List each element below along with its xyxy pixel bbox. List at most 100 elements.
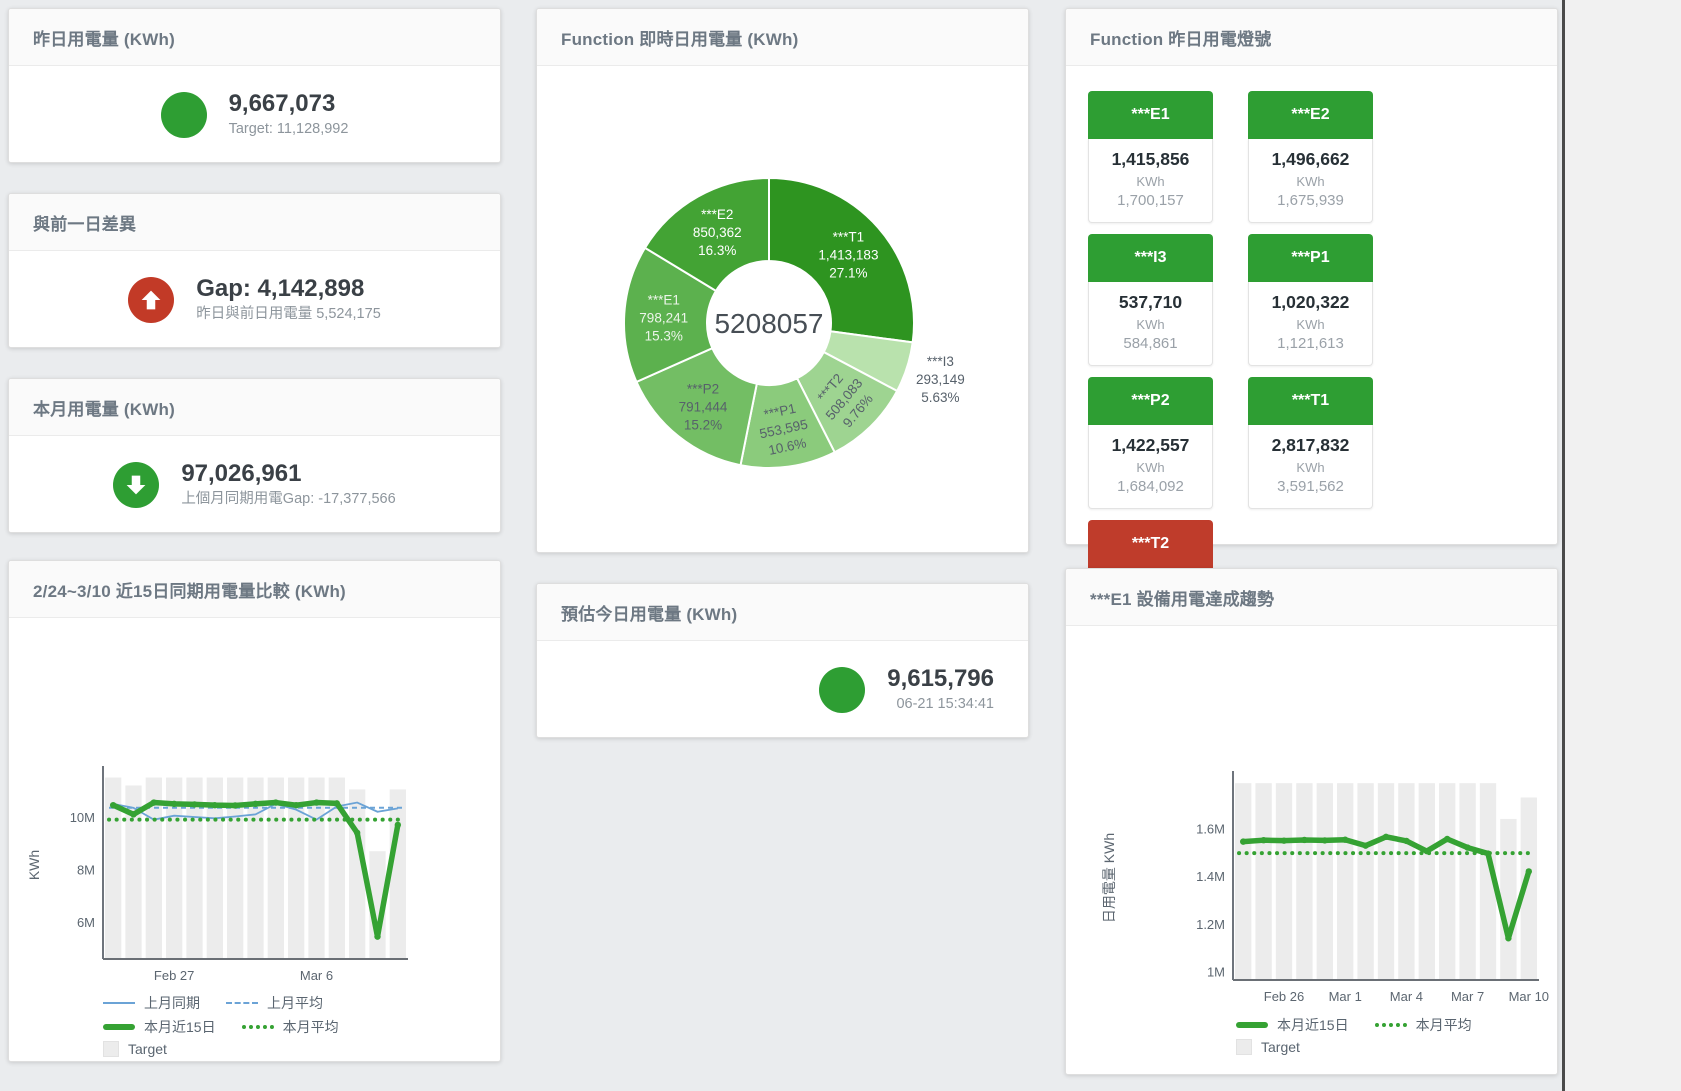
target-bar <box>1398 783 1414 980</box>
scrollbar-divider[interactable] <box>1562 0 1565 1091</box>
data-point <box>1260 837 1266 843</box>
target-bar <box>1296 783 1312 980</box>
x-tick-label: Feb 27 <box>154 968 194 983</box>
stat-subtitle: 上個月同期用電Gap: -17,377,566 <box>181 490 395 509</box>
panel-status-lights: Function 昨日用電燈號 ***E1 1,415,856 KWh 1,700,1… <box>1065 8 1558 545</box>
tile-target-value: 1,700,157 <box>1091 192 1210 209</box>
tile-target-value: 1,121,613 <box>1251 335 1370 352</box>
panel-header[interactable]: 本月用電量 (KWh) <box>9 379 500 436</box>
dashboard: 昨日用電量 (KWh) 9,667,073 Target: 11,128,992… <box>0 0 1681 1091</box>
status-tile[interactable]: ***E21,496,662KWh1,675,939 <box>1248 91 1373 223</box>
tile-body: 1,422,557KWh1,684,092 <box>1088 425 1213 509</box>
tile-name: ***T1 <box>1248 377 1373 425</box>
tile-name: ***I3 <box>1088 234 1213 282</box>
legend-label: Target <box>1261 1039 1300 1055</box>
target-bar <box>1459 783 1475 980</box>
status-tile[interactable]: ***P11,020,322KWh1,121,613 <box>1248 234 1373 366</box>
tile-target-value: 1,684,092 <box>1091 478 1210 495</box>
panel-header[interactable]: 昨日用電量 (KWh) <box>9 9 500 66</box>
tile-value: 1,422,557 <box>1091 435 1210 456</box>
panel-header[interactable]: Function 昨日用電燈號 <box>1066 9 1557 66</box>
status-tile[interactable]: ***P21,422,557KWh1,684,092 <box>1088 377 1213 509</box>
legend-item[interactable]: 上月平均 <box>226 993 323 1013</box>
target-swatch-icon <box>1236 1039 1252 1055</box>
legend-label: 本月近15日 <box>1277 1015 1349 1035</box>
panel-month-usage: 本月用電量 (KWh) 97,026,961 上個月同期用電Gap: -17,3… <box>8 378 501 533</box>
legend-label: 上月同期 <box>144 993 200 1013</box>
legend-label: 本月近15日 <box>144 1017 216 1037</box>
x-tick-label: Mar 6 <box>300 968 333 983</box>
panel-header[interactable]: ***E1 設備用電達成趨勢 <box>1066 569 1557 626</box>
target-bar <box>1255 783 1271 980</box>
legend-item[interactable]: 本月平均 <box>242 1017 339 1037</box>
tile-value: 1,020,322 <box>1251 292 1370 313</box>
data-point <box>313 799 319 805</box>
status-tile[interactable]: ***T12,817,832KWh3,591,562 <box>1248 377 1373 509</box>
tile-unit: KWh <box>1091 174 1210 189</box>
status-tile[interactable]: ***I3537,710KWh584,861 <box>1088 234 1213 366</box>
target-bar <box>1439 783 1455 980</box>
arrow-up-icon <box>128 277 174 323</box>
tile-name: ***E1 <box>1088 91 1213 139</box>
data-point <box>130 811 136 817</box>
panel-header[interactable]: 2/24~3/10 近15日同期用電量比較 (KWh) <box>9 561 500 618</box>
status-tile[interactable]: ***E1 1,415,856 KWh 1,700,157 <box>1088 91 1213 223</box>
panel-title: 預估今日用電量 (KWh) <box>561 600 737 625</box>
data-point <box>1464 844 1470 850</box>
y-tick-label: 1M <box>1207 965 1225 980</box>
tile-body: 2,817,832KWh3,591,562 <box>1248 425 1373 509</box>
data-point <box>1301 837 1307 843</box>
target-bar <box>1235 783 1251 980</box>
tile-target-value: 1,675,939 <box>1251 192 1370 209</box>
panel-title: 本月用電量 (KWh) <box>33 395 175 420</box>
panel-realtime-donut: Function 即時日用電量 (KWh) ***T11,413,18327.1… <box>536 8 1029 553</box>
compare-line-chart: 6M8M10MFeb 27Mar 6KWh <box>9 618 500 986</box>
tile-value: 1,415,856 <box>1091 149 1210 170</box>
tile-value: 537,710 <box>1091 292 1210 313</box>
tile-unit: KWh <box>1091 317 1210 332</box>
data-point <box>293 802 299 808</box>
legend-item[interactable]: 本月近15日 <box>103 1017 216 1037</box>
panel-header[interactable]: 預估今日用電量 (KWh) <box>537 584 1028 641</box>
thick-line-swatch-icon <box>103 1024 135 1030</box>
x-tick-label: Mar 4 <box>1390 989 1423 1004</box>
status-circle-icon <box>161 92 207 138</box>
tile-unit: KWh <box>1251 174 1370 189</box>
tile-body: 1,415,856 KWh 1,700,157 <box>1088 139 1213 223</box>
data-point <box>151 799 157 805</box>
x-tick-label: Mar 10 <box>1509 989 1549 1004</box>
thin-line-swatch-icon <box>103 1002 135 1004</box>
panel-header[interactable]: Function 即時日用電量 (KWh) <box>537 9 1028 66</box>
legend-item[interactable]: 上月同期 <box>103 993 200 1013</box>
data-point <box>1403 838 1409 844</box>
panel-title: Function 昨日用電燈號 <box>1090 25 1271 50</box>
tile-unit: KWh <box>1251 317 1370 332</box>
data-point <box>395 822 401 828</box>
tile-body: 1,020,322 KWh 1,121,613 <box>1248 282 1373 366</box>
data-point <box>212 802 218 808</box>
target-bar <box>390 789 406 959</box>
compare-chart-legend: 上月同期 上月平均本月近15日 本月平均 Target <box>9 993 500 1057</box>
y-axis-label: KWh <box>26 850 42 880</box>
legend-item[interactable]: 本月近15日 <box>1236 1015 1349 1035</box>
donut-chart: ***T11,413,18327.1%***I3293,1495.63%***T… <box>537 66 1028 552</box>
dashed-line-swatch-icon <box>226 1002 258 1004</box>
target-swatch-icon <box>103 1041 119 1057</box>
legend-label: 本月平均 <box>1416 1015 1472 1035</box>
dotted-line-swatch-icon <box>242 1025 274 1029</box>
target-bar <box>1500 819 1516 980</box>
data-point <box>1240 838 1246 844</box>
data-point <box>1281 837 1287 843</box>
x-tick-label: Mar 7 <box>1451 989 1484 1004</box>
legend-item[interactable]: 本月平均 <box>1375 1015 1472 1035</box>
tile-value: 1,496,662 <box>1251 149 1370 170</box>
stat-value: Gap: 4,142,898 <box>196 275 381 304</box>
tile-target-value: 3,591,562 <box>1251 478 1370 495</box>
legend-item[interactable]: Target <box>103 1041 167 1057</box>
legend-label: Target <box>128 1041 167 1057</box>
legend-item[interactable]: Target <box>1236 1039 1300 1055</box>
panel-header[interactable]: 與前一日差異 <box>9 194 500 251</box>
donut-center-value: 5208057 <box>714 308 823 339</box>
tile-unit: KWh <box>1251 460 1370 475</box>
panel-15day-compare-chart: 2/24~3/10 近15日同期用電量比較 (KWh) 6M8M10MFeb 2… <box>8 560 501 1062</box>
